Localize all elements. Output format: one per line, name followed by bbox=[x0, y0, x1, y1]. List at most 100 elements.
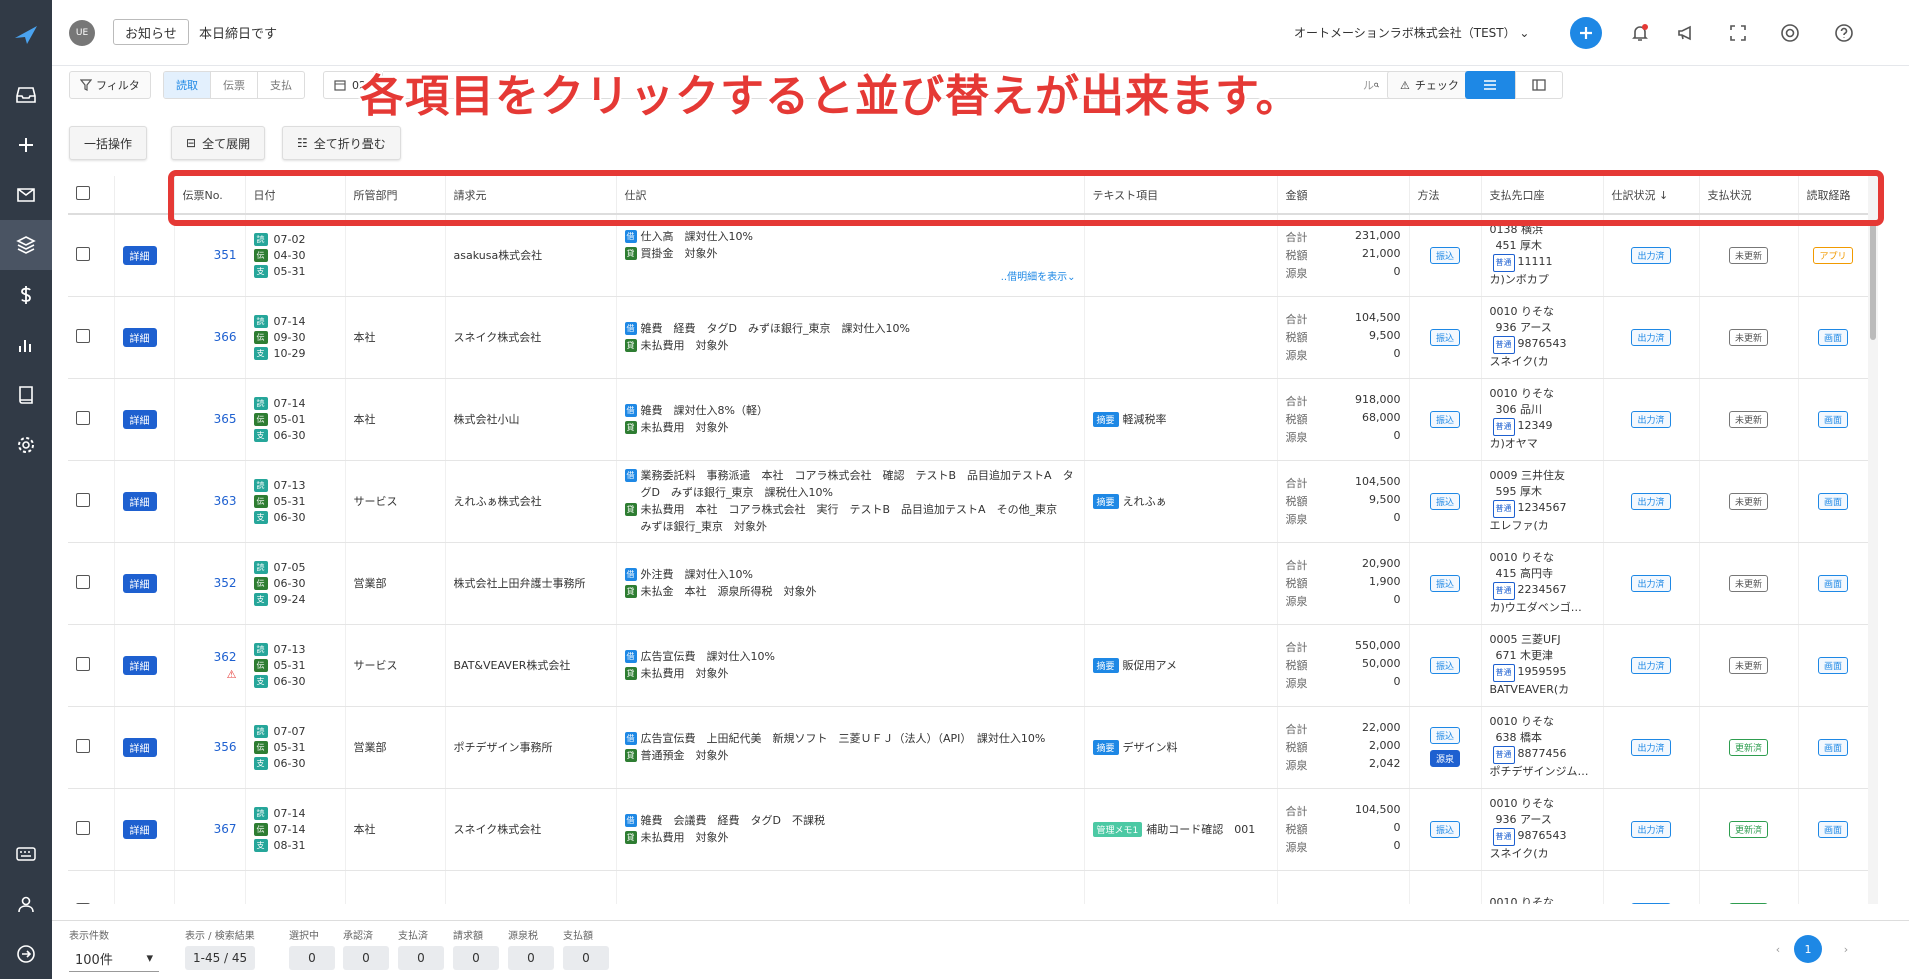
date-value: 07-14 bbox=[273, 806, 306, 820]
top-header: UE お知らせ 本日締日です オートメーションラボ株式会社（TEST） ⌄ bbox=[52, 0, 1909, 66]
date-line: 読 07-13 bbox=[253, 641, 337, 657]
slip-no[interactable]: 351 bbox=[183, 248, 237, 262]
account-line: ポチデザインジム… bbox=[1490, 764, 1595, 780]
detail-button[interactable]: 詳細 bbox=[122, 491, 157, 511]
row-checkbox[interactable] bbox=[76, 738, 90, 753]
date-cell: 読 07-02 伝 04-30 支 05-31 bbox=[245, 214, 346, 297]
arrow-circle-icon bbox=[17, 945, 35, 963]
detail-button[interactable]: 詳細 bbox=[122, 245, 157, 265]
detail-button[interactable]: 詳細 bbox=[122, 327, 157, 347]
row-select[interactable] bbox=[68, 788, 115, 871]
account-line: エレファ(カ bbox=[1490, 518, 1595, 534]
next-page-button[interactable]: › bbox=[1832, 935, 1860, 963]
slip-no[interactable]: 363 bbox=[183, 494, 237, 508]
warning-icon: ⚠ bbox=[1400, 78, 1410, 92]
journal-cell: 借広告宣伝費 上田紀代美 新規ソフト 三菱ＵＦＪ（法人）（API） 課対仕入10… bbox=[616, 706, 1085, 789]
app-logo[interactable] bbox=[0, 0, 52, 70]
account-type-tag: 普通 bbox=[1492, 254, 1515, 273]
row-select[interactable] bbox=[68, 378, 115, 461]
row-checkbox[interactable] bbox=[76, 656, 90, 671]
row-checkbox[interactable] bbox=[76, 574, 90, 589]
select-all[interactable] bbox=[68, 176, 115, 215]
tab-read[interactable]: 読取 bbox=[164, 72, 211, 98]
support-button[interactable] bbox=[1774, 17, 1806, 49]
prev-page-button[interactable]: ‹ bbox=[1764, 935, 1792, 963]
sidebar-chart[interactable] bbox=[0, 320, 52, 370]
detail-button[interactable]: 詳細 bbox=[122, 819, 157, 839]
detail-button[interactable]: 詳細 bbox=[122, 737, 157, 757]
date-line: 伝 05-01 bbox=[253, 411, 337, 427]
company-selector[interactable]: オートメーションラボ株式会社（TEST） ⌄ bbox=[1294, 24, 1530, 41]
row-select[interactable] bbox=[68, 460, 115, 543]
sidebar-book[interactable] bbox=[0, 370, 52, 420]
select-all-checkbox[interactable] bbox=[76, 186, 90, 200]
slip-no[interactable]: 366 bbox=[183, 330, 237, 344]
split-view-button[interactable] bbox=[1515, 71, 1563, 99]
slip-no[interactable]: 362 bbox=[183, 650, 237, 664]
method-badge-label: 源泉 bbox=[1429, 750, 1460, 767]
amount-value: 0 bbox=[1393, 593, 1401, 606]
scrollbar-thumb[interactable] bbox=[1870, 220, 1876, 340]
slip-no-cell: 356 bbox=[174, 706, 246, 789]
tab-slip[interactable]: 伝票 bbox=[211, 72, 258, 98]
slip-no[interactable]: 365 bbox=[183, 412, 237, 426]
credit-tag: 貸 bbox=[624, 503, 637, 516]
summary-label: 選択中 bbox=[289, 931, 319, 942]
fullscreen-button[interactable] bbox=[1722, 17, 1754, 49]
slip-no-cell: 362 ⚠ bbox=[174, 624, 246, 707]
row-checkbox[interactable] bbox=[76, 902, 90, 904]
bar-chart-icon bbox=[19, 340, 31, 352]
method-badge: 源泉 bbox=[1418, 750, 1473, 767]
show-details-link[interactable]: ..借明細を表示⌄ bbox=[625, 268, 1076, 283]
row-select[interactable] bbox=[68, 542, 115, 625]
check-button[interactable]: ⚠ チェック bbox=[1387, 71, 1472, 99]
header-detail bbox=[114, 176, 175, 215]
source-badge-cell: 画面 bbox=[1798, 706, 1868, 789]
detail-button[interactable]: 詳細 bbox=[122, 573, 157, 593]
row-checkbox[interactable] bbox=[76, 492, 90, 507]
avatar[interactable]: UE bbox=[69, 20, 95, 46]
notification-button[interactable] bbox=[1624, 17, 1656, 49]
sidebar-add[interactable] bbox=[0, 120, 52, 170]
filter-button[interactable]: フィルタ bbox=[69, 71, 151, 99]
create-button[interactable] bbox=[1570, 17, 1602, 49]
row-checkbox[interactable] bbox=[76, 328, 90, 343]
inbox-icon bbox=[16, 87, 36, 103]
help-button[interactable] bbox=[1828, 17, 1860, 49]
row-select[interactable] bbox=[68, 624, 115, 707]
detail-button[interactable]: 詳細 bbox=[122, 409, 157, 429]
page-size-select[interactable]: 100件 ▾ bbox=[69, 946, 159, 972]
slip-no[interactable]: 367 bbox=[183, 822, 237, 836]
sidebar-inbox[interactable] bbox=[0, 70, 52, 120]
collapse-all-button[interactable]: ☷ 全て折り畳む bbox=[282, 126, 401, 160]
slip-no[interactable]: 352 bbox=[183, 576, 237, 590]
list-view-button[interactable] bbox=[1465, 71, 1515, 99]
row-select[interactable] bbox=[68, 214, 115, 297]
amount-grid: 合計104,500 bbox=[1286, 903, 1401, 904]
detail-button[interactable]: 詳細 bbox=[122, 655, 157, 675]
row-checkbox[interactable] bbox=[76, 410, 90, 425]
sidebar-payment[interactable] bbox=[0, 270, 52, 320]
sidebar-keyboard[interactable] bbox=[0, 829, 52, 879]
sidebar-settings[interactable] bbox=[0, 420, 52, 470]
page-1-button[interactable]: 1 bbox=[1794, 935, 1822, 963]
sidebar-mail[interactable] bbox=[0, 170, 52, 220]
row-select[interactable] bbox=[68, 706, 115, 789]
account-text: 0010 りそな bbox=[1489, 797, 1555, 810]
bulk-action-button[interactable]: 一括操作 bbox=[69, 126, 148, 160]
table-row: 詳細 365 読 07-14 伝 05-01 支 06-30 本社 株式会社小山借雑費 課対仕入8… bbox=[68, 378, 1868, 461]
slip-no[interactable]: 356 bbox=[183, 740, 237, 754]
sidebar-logout[interactable] bbox=[0, 929, 52, 979]
expand-all-button[interactable]: ⊟ 全て展開 bbox=[171, 126, 266, 160]
announce-button[interactable] bbox=[1670, 17, 1702, 49]
sidebar-user[interactable] bbox=[0, 879, 52, 929]
row-checkbox[interactable] bbox=[76, 820, 90, 835]
row-select[interactable] bbox=[68, 870, 115, 904]
notice-button[interactable]: お知らせ bbox=[113, 19, 189, 45]
sidebar-layers[interactable] bbox=[0, 220, 52, 270]
credit-tag: 貸 bbox=[624, 585, 637, 598]
row-select[interactable] bbox=[68, 296, 115, 379]
tab-payment[interactable]: 支払 bbox=[258, 72, 304, 98]
row-checkbox[interactable] bbox=[76, 246, 90, 261]
date-line: 支 06-30 bbox=[253, 755, 337, 771]
